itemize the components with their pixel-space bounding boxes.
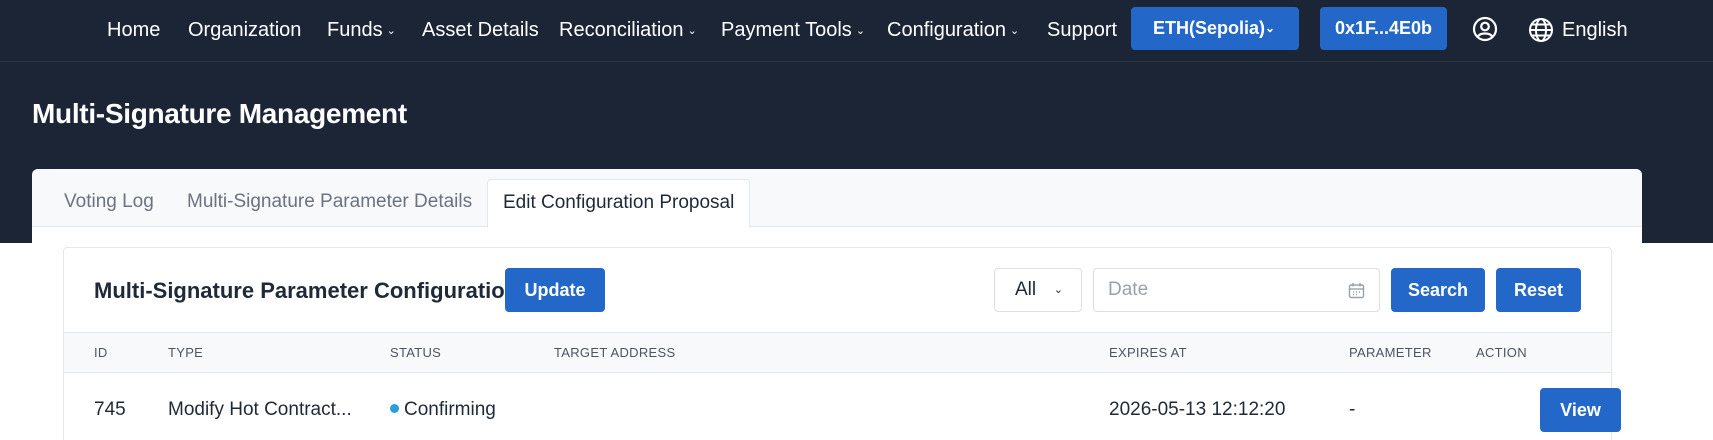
table-row: 745 Modify Hot Contract... Confirming 20… [64, 373, 1621, 440]
search-button[interactable]: Search [1391, 268, 1485, 312]
globe-icon [1529, 18, 1553, 42]
view-button[interactable]: View [1540, 388, 1621, 432]
content-card: Voting Log Multi-Signature Parameter Det… [32, 169, 1642, 440]
tab-bar: Voting Log Multi-Signature Parameter Det… [32, 169, 1642, 228]
chevron-down-icon: ⌄ [386, 25, 396, 37]
nav-item-funds[interactable]: Funds ⌄ [327, 0, 396, 60]
column-header-id: ID [94, 345, 108, 360]
page-title: Multi-Signature Management [32, 98, 407, 129]
update-button[interactable]: Update [505, 268, 605, 312]
cell-parameter: - [1349, 399, 1356, 420]
reset-button[interactable]: Reset [1496, 268, 1581, 312]
cell-id: 745 [94, 399, 126, 420]
status-label: Confirming [404, 399, 496, 420]
tab-edit-configuration-proposal[interactable]: Edit Configuration Proposal [487, 179, 751, 228]
chevron-down-icon: ⌄ [1264, 21, 1275, 35]
nav-item-configuration[interactable]: Configuration ⌄ [887, 0, 1019, 60]
cell-status: Confirming [390, 373, 496, 440]
date-picker[interactable] [1093, 268, 1380, 312]
column-header-type: TYPE [168, 345, 204, 360]
top-navbar: Home Organization Funds ⌄ Asset Details R… [0, 0, 1713, 62]
panel-title: Multi-Signature Parameter Configuration [94, 278, 519, 303]
column-header-parameter: PARAMETER [1349, 345, 1432, 360]
language-selector[interactable]: English [1528, 0, 1628, 60]
cell-type: Modify Hot Contract... [168, 399, 352, 420]
calendar-icon [1348, 283, 1365, 299]
network-selector-button[interactable]: ETH(Sepolia) ⌄ [1131, 7, 1299, 50]
column-header-target-address: TARGET ADDRESS [554, 345, 676, 360]
chevron-down-icon: ⌄ [855, 25, 866, 37]
chevron-down-icon: ⌄ [1053, 284, 1063, 296]
column-header-status: STATUS [390, 345, 442, 360]
tab-voting-log[interactable]: Voting Log [64, 179, 154, 227]
chevron-down-icon: ⌄ [1009, 25, 1020, 37]
tab-multi-signature-parameter-details[interactable]: Multi-Signature Parameter Details [187, 179, 472, 227]
nav-item-reconciliation[interactable]: Reconciliation ⌄ [559, 0, 697, 60]
wallet-address-button[interactable]: 0x1F...4E0b [1320, 7, 1447, 50]
nav-item-support[interactable]: Support [1047, 0, 1117, 60]
nav-item-asset-details[interactable]: Asset Details [422, 0, 539, 60]
column-header-expires-at: EXPIRES AT [1109, 345, 1187, 360]
user-circle-icon[interactable] [1472, 16, 1498, 42]
nav-item-payment-tools[interactable]: Payment Tools ⌄ [721, 0, 865, 60]
date-input[interactable] [1108, 269, 1338, 311]
column-header-action: ACTION [1476, 345, 1527, 360]
status-dot-icon [390, 404, 399, 413]
nav-item-home[interactable]: Home [107, 0, 160, 60]
table-header: ID TYPE STATUS TARGET ADDRESS EXPIRES AT… [64, 332, 1611, 373]
status-filter-select[interactable]: All ⌄ [994, 268, 1082, 312]
chevron-down-icon: ⌄ [687, 25, 697, 37]
nav-item-organization[interactable]: Organization [188, 0, 301, 60]
config-panel: Multi-Signature Parameter Configuration … [63, 247, 1621, 440]
cell-expires-at: 2026-05-13 12:12:20 [1109, 399, 1286, 420]
